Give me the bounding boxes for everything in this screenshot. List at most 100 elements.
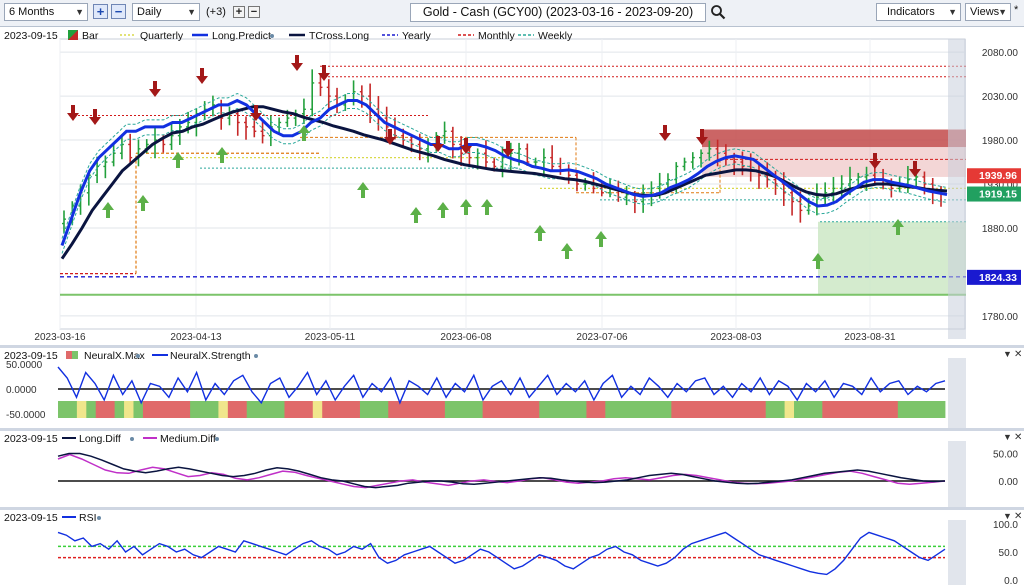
y-tick-label: 50.0000 bbox=[6, 360, 43, 371]
legend-label: Yearly bbox=[402, 30, 432, 42]
legend-label: Weekly bbox=[538, 30, 573, 42]
views-modified-marker: * bbox=[1014, 4, 1019, 16]
diff-plot: 2023-09-15 Long.Diff Medium.Diff 50.00 0.00 ▼… bbox=[0, 431, 1024, 507]
panel-collapse-icon: ▼ bbox=[1003, 511, 1012, 521]
period-value: 6 Months bbox=[9, 6, 55, 18]
neural-state-cell bbox=[67, 401, 78, 418]
neural-state-cell bbox=[520, 401, 531, 418]
neural-state-cell bbox=[369, 401, 380, 418]
panel-close-icon: ✕ bbox=[1014, 432, 1022, 443]
symbol-title-text: Gold - Cash (GCY00) (2023-03-16 - 2023-0… bbox=[422, 5, 694, 19]
symbol-title[interactable]: Gold - Cash (GCY00) (2023-03-16 - 2023-0… bbox=[410, 3, 706, 22]
date-axis: 2023-03-16 2023-04-13 2023-05-11 2023-06-08… bbox=[34, 332, 896, 343]
neural-state-cell bbox=[227, 401, 238, 418]
neural-state-cell bbox=[105, 401, 116, 418]
neural-state-cell bbox=[86, 401, 97, 418]
legend-label: Long.Predict bbox=[212, 30, 271, 42]
x-tick-label: 2023-08-03 bbox=[710, 332, 762, 343]
add-overlay-button[interactable]: + bbox=[233, 6, 245, 18]
y-tick-label: -50.0000 bbox=[6, 410, 46, 421]
search-icon[interactable] bbox=[710, 4, 726, 20]
panel-date: 2023-09-15 bbox=[4, 512, 58, 524]
period-select[interactable]: 6 Months ▼ bbox=[4, 3, 88, 21]
forecast-shade bbox=[948, 39, 966, 339]
neural-state-cell bbox=[690, 401, 701, 418]
neural-state-cell bbox=[265, 401, 276, 418]
legend-label: Medium.Diff bbox=[160, 433, 216, 445]
neural-state-cell bbox=[539, 401, 550, 418]
neural-state-cell bbox=[605, 401, 616, 418]
neural-state-cell bbox=[926, 401, 936, 418]
x-tick-label: 2023-08-31 bbox=[844, 332, 896, 343]
neural-state-cell bbox=[595, 401, 606, 418]
x-tick-label: 2023-05-11 bbox=[305, 332, 356, 343]
price-chart[interactable]: 2080.002030.001980.001930.001880.001780.… bbox=[0, 27, 1024, 345]
neural-state-cell bbox=[614, 401, 625, 418]
neural-state-cell bbox=[341, 401, 351, 418]
neural-state-cell bbox=[831, 401, 842, 418]
neural-state-cell bbox=[567, 401, 578, 418]
neural-state-cell bbox=[492, 401, 502, 418]
settings-dot-icon bbox=[270, 34, 274, 38]
neural-state-cell bbox=[378, 401, 389, 418]
chevron-down-icon: ▼ bbox=[187, 7, 196, 17]
overlay-count: (+3) bbox=[206, 6, 226, 18]
neural-state-cell bbox=[775, 401, 785, 418]
neural-state-cell bbox=[727, 401, 738, 418]
neural-state-cell bbox=[397, 401, 408, 418]
indicators-button[interactable]: Indicators ▼ bbox=[876, 3, 961, 21]
neural-state-cell bbox=[510, 401, 521, 418]
indicators-label: Indicators bbox=[887, 6, 935, 18]
neural-state-cell bbox=[869, 401, 880, 418]
neural-state-cell bbox=[784, 401, 795, 418]
support-zone bbox=[818, 221, 966, 296]
y-tick-label: 0.0000 bbox=[6, 385, 37, 396]
remove-overlay-button[interactable]: − bbox=[248, 6, 260, 18]
chevron-down-icon: ▼ bbox=[948, 7, 957, 17]
neural-state-cell bbox=[199, 401, 210, 418]
x-tick-label: 2023-04-13 bbox=[170, 332, 222, 343]
neural-state-cell bbox=[454, 401, 465, 418]
neural-state-cell bbox=[897, 401, 908, 418]
neural-state-cell bbox=[180, 401, 191, 418]
neural-state-cell bbox=[275, 401, 285, 418]
y-tick-label: 50.00 bbox=[993, 450, 1018, 461]
neural-panel[interactable]: 2023-09-15 NeuralX.Max NeuralX.Strength50.… bbox=[0, 348, 1024, 428]
neural-state-cell bbox=[529, 401, 540, 418]
legend-label: Quarterly bbox=[140, 30, 184, 42]
views-label: Views bbox=[970, 6, 1000, 18]
neural-state-cell bbox=[888, 401, 899, 418]
neural-state-cell bbox=[794, 401, 804, 418]
neural-state-cell bbox=[558, 401, 568, 418]
neural-state-cell bbox=[803, 401, 814, 418]
panel-collapse-icon: ▼ bbox=[1003, 432, 1012, 442]
neural-state-cell bbox=[916, 401, 927, 418]
neural-state-cell bbox=[218, 401, 229, 418]
interval-select[interactable]: Daily ▼ bbox=[132, 3, 200, 21]
forecast-shade bbox=[948, 358, 966, 428]
y-tick-label: 2080.00 bbox=[982, 48, 1019, 59]
neural-state-cell bbox=[746, 401, 757, 418]
neural-state-cell bbox=[501, 401, 512, 418]
neural-state-cell bbox=[907, 401, 918, 418]
chevron-down-icon: ▼ bbox=[998, 7, 1007, 17]
diff-panel[interactable]: 2023-09-15 Long.Diff Medium.Diff 50.00 0.00 ▼… bbox=[0, 431, 1024, 507]
neural-state-cell bbox=[76, 401, 87, 418]
neural-state-cell bbox=[133, 401, 144, 418]
neural-state-cell bbox=[237, 401, 248, 418]
views-button[interactable]: Views ▼ bbox=[965, 3, 1011, 21]
toolbar: 6 Months ▼ + − Daily ▼ (+3) + − Gold - C… bbox=[0, 0, 1024, 27]
zoom-in-button[interactable]: + bbox=[93, 4, 108, 19]
neural-state-cell bbox=[756, 401, 767, 418]
neural-state-cell bbox=[737, 401, 748, 418]
rsi-panel[interactable]: 2023-09-15 RSI100.050.00.0▼ ✕ bbox=[0, 510, 1024, 585]
neural-state-cell bbox=[444, 401, 455, 418]
x-tick-label: 2023-03-16 bbox=[34, 332, 86, 343]
neural-state-cell bbox=[58, 401, 68, 418]
zoom-out-button[interactable]: − bbox=[111, 4, 126, 19]
x-tick-label: 2023-07-06 bbox=[576, 332, 628, 343]
neural-state-cell bbox=[661, 401, 672, 418]
neural-state-cell bbox=[293, 401, 304, 418]
neural-state-cell bbox=[171, 401, 182, 418]
x-tick-label: 2023-06-08 bbox=[440, 332, 492, 343]
